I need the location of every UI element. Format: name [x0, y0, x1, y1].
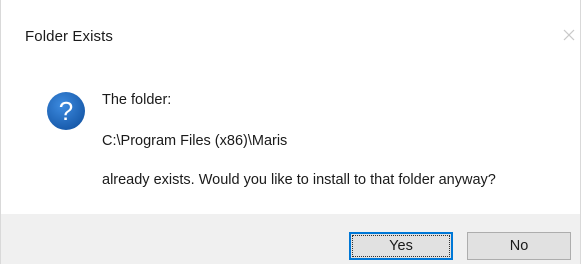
message-line-1: The folder: — [102, 92, 172, 108]
dialog-title: Folder Exists — [25, 28, 113, 45]
message-line-3: already exists. Would you like to instal… — [102, 172, 496, 188]
question-icon: ? — [46, 91, 86, 131]
folder-path: C:\Program Files (x86)\Maris — [102, 133, 288, 149]
no-button[interactable]: No — [467, 232, 571, 260]
no-button-label: No — [509, 238, 529, 254]
close-icon — [563, 29, 575, 41]
folder-exists-dialog: Folder Exists ? The folder: C:\Program F… — [0, 0, 581, 264]
yes-button[interactable]: Yes — [349, 232, 453, 260]
close-button[interactable] — [558, 24, 580, 46]
svg-text:?: ? — [59, 96, 73, 126]
title-bar: Folder Exists — [1, 0, 580, 62]
dialog-content: ? The folder: C:\Program Files (x86)\Mar… — [1, 62, 580, 214]
focus-rectangle — [352, 235, 450, 257]
button-bar: Yes No — [1, 214, 580, 264]
